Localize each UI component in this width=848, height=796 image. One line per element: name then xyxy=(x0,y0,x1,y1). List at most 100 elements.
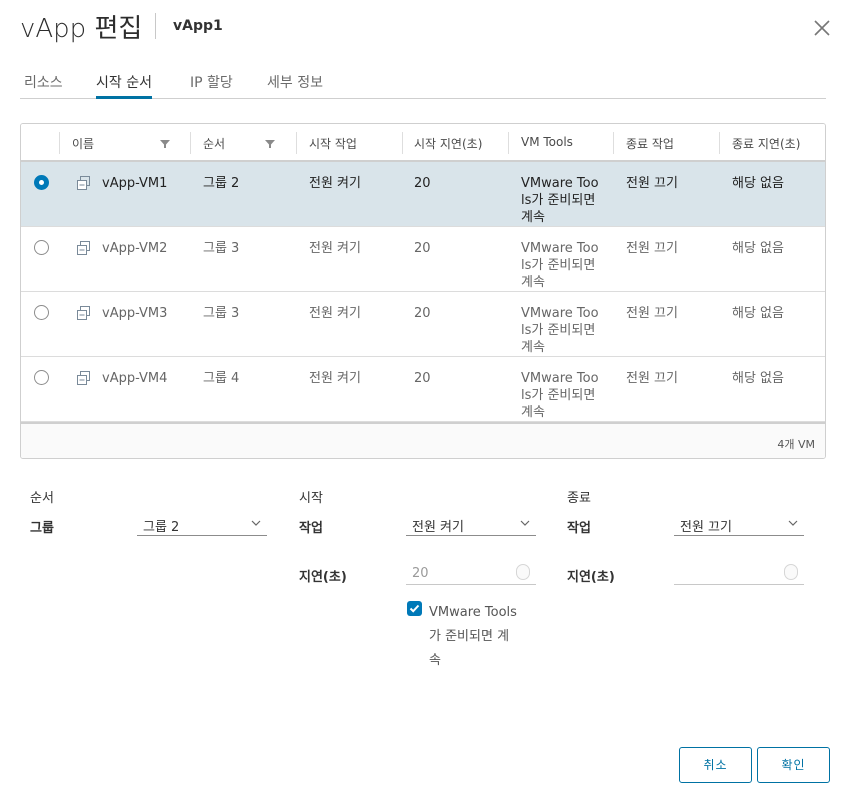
stepper-icon[interactable] xyxy=(516,564,530,580)
vmtools-checkbox[interactable] xyxy=(407,601,422,616)
row-select-radio[interactable] xyxy=(34,240,49,255)
start-delay-input[interactable]: 20 xyxy=(406,561,536,585)
start-action-label: 작업 xyxy=(299,521,323,536)
vm-stop-action: 전원 끄기 xyxy=(626,176,678,191)
table-row[interactable]: vApp-VM3 그룹 3 전원 켜기 20 VMware Too ls가 준비… xyxy=(21,292,825,357)
tab-resources[interactable]: 리소스 xyxy=(24,72,63,99)
vm-tools-line: 계속 xyxy=(521,340,545,355)
stop-action-select[interactable]: 전원 끄기 xyxy=(674,512,804,536)
row-select-radio[interactable] xyxy=(34,175,49,190)
vm-order: 그룹 4 xyxy=(203,371,240,386)
vm-start-delay: 20 xyxy=(414,176,431,191)
vm-name: vApp-VM2 xyxy=(102,241,168,256)
row-select-radio[interactable] xyxy=(34,370,49,385)
tab-bar: 리소스 시작 순서 IP 할당 세부 정보 xyxy=(20,72,826,99)
column-divider xyxy=(402,132,403,154)
vm-stop-delay: 해당 없음 xyxy=(732,176,784,191)
stop-action-select-value: 전원 끄기 xyxy=(680,520,732,535)
vm-icon xyxy=(77,176,90,190)
column-header-order[interactable]: 순서 xyxy=(203,124,225,160)
vm-start-delay: 20 xyxy=(414,371,431,386)
stop-delay-input[interactable] xyxy=(674,561,804,585)
group-select-value: 그룹 2 xyxy=(143,520,180,535)
vm-name: vApp-VM3 xyxy=(102,306,168,321)
title-divider xyxy=(155,13,156,39)
vm-stop-action: 전원 끄기 xyxy=(626,241,678,256)
vm-order: 그룹 2 xyxy=(203,176,240,191)
vm-order: 그룹 3 xyxy=(203,241,240,256)
group-label: 그룹 xyxy=(30,521,54,536)
vm-tools-line: 계속 xyxy=(521,405,545,420)
vm-icon xyxy=(77,371,90,385)
tab-start-order[interactable]: 시작 순서 xyxy=(96,72,152,99)
dialog-title: vApp 편집 xyxy=(20,14,143,44)
vm-tools-line: VMware Too xyxy=(521,371,599,386)
vm-tools-line: VMware Too xyxy=(521,306,599,321)
vm-start-action: 전원 켜기 xyxy=(309,241,361,256)
vm-name: vApp-VM4 xyxy=(102,371,168,386)
column-header-start-action[interactable]: 시작 작업 xyxy=(309,124,357,160)
stop-delay-label: 지연(초) xyxy=(567,570,615,585)
vmtools-label-line: VMware Tools xyxy=(429,605,517,620)
column-header-vm-tools[interactable]: VM Tools xyxy=(521,124,573,160)
vmtools-label-line: 속 xyxy=(429,653,441,668)
column-divider xyxy=(613,132,614,154)
dialog-subtitle: vApp1 xyxy=(173,18,223,34)
column-divider xyxy=(296,132,297,154)
filter-icon[interactable] xyxy=(160,139,170,149)
vm-tools-line: ls가 준비되면 xyxy=(521,323,596,338)
column-header-name[interactable]: 이름 xyxy=(72,124,94,160)
vm-stop-action: 전원 끄기 xyxy=(626,371,678,386)
vmtools-checkbox-label[interactable]: VMware Tools 가 준비되면 계 속 xyxy=(429,601,539,673)
vm-start-action: 전원 켜기 xyxy=(309,371,361,386)
stop-section-title: 종료 xyxy=(567,491,591,506)
close-icon[interactable] xyxy=(812,18,832,38)
tab-details[interactable]: 세부 정보 xyxy=(267,72,323,99)
start-delay-label: 지연(초) xyxy=(299,570,347,585)
vmtools-label-line: 가 준비되면 계 xyxy=(429,629,510,644)
column-divider xyxy=(59,132,60,154)
vm-tools-setting: VMware Too ls가 준비되면 계속 xyxy=(521,305,599,356)
chevron-down-icon xyxy=(788,520,798,526)
chevron-down-icon xyxy=(520,520,530,526)
vm-stop-delay: 해당 없음 xyxy=(732,241,784,256)
column-header-stop-action[interactable]: 종료 작업 xyxy=(626,124,674,160)
vm-icon xyxy=(77,241,90,255)
group-select[interactable]: 그룹 2 xyxy=(137,512,267,536)
row-select-radio[interactable] xyxy=(34,305,49,320)
stepper-icon[interactable] xyxy=(784,564,798,580)
ok-button[interactable]: 확인 xyxy=(757,747,830,783)
vm-start-order-grid: 이름 순서 시작 작업 시작 지연(초) VM Tools 종료 작업 종료 지… xyxy=(20,123,826,459)
column-header-start-delay[interactable]: 시작 지연(초) xyxy=(414,124,482,160)
column-divider xyxy=(719,132,720,154)
chevron-down-icon xyxy=(251,520,261,526)
vm-start-action: 전원 켜기 xyxy=(309,306,361,321)
start-action-select[interactable]: 전원 켜기 xyxy=(406,512,536,536)
stop-action-label: 작업 xyxy=(567,521,591,536)
vm-start-action: 전원 켜기 xyxy=(309,176,361,191)
tab-ip-allocation[interactable]: IP 할당 xyxy=(190,72,233,99)
start-delay-placeholder: 20 xyxy=(412,566,429,581)
filter-icon[interactable] xyxy=(265,139,275,149)
cancel-button[interactable]: 취소 xyxy=(679,747,752,783)
vm-tools-line: 계속 xyxy=(521,275,545,290)
vm-tools-line: ls가 준비되면 xyxy=(521,193,596,208)
vm-name: vApp-VM1 xyxy=(102,176,168,191)
column-header-stop-delay[interactable]: 종료 지연(초) xyxy=(732,124,800,160)
vm-tools-setting: VMware Too ls가 준비되면 계속 xyxy=(521,370,599,421)
table-row[interactable]: vApp-VM2 그룹 3 전원 켜기 20 VMware Too ls가 준비… xyxy=(21,227,825,292)
table-row[interactable]: vApp-VM4 그룹 4 전원 켜기 20 VMware Too ls가 준비… xyxy=(21,357,825,422)
vm-stop-delay: 해당 없음 xyxy=(732,371,784,386)
vm-tools-line: 계속 xyxy=(521,210,545,225)
checkmark-icon xyxy=(409,604,420,613)
vm-order: 그룹 3 xyxy=(203,306,240,321)
vm-stop-action: 전원 끄기 xyxy=(626,306,678,321)
vm-tools-setting: VMware Too ls가 준비되면 계속 xyxy=(521,240,599,291)
table-row[interactable]: vApp-VM1 그룹 2 전원 켜기 20 VMware Too ls가 준비… xyxy=(21,162,825,227)
grid-footer: 4개 VM xyxy=(21,422,825,458)
vm-icon xyxy=(77,306,90,320)
vm-start-delay: 20 xyxy=(414,306,431,321)
vm-tools-setting: VMware Too ls가 준비되면 계속 xyxy=(521,175,599,226)
vm-start-delay: 20 xyxy=(414,241,431,256)
vm-tools-line: VMware Too xyxy=(521,241,599,256)
